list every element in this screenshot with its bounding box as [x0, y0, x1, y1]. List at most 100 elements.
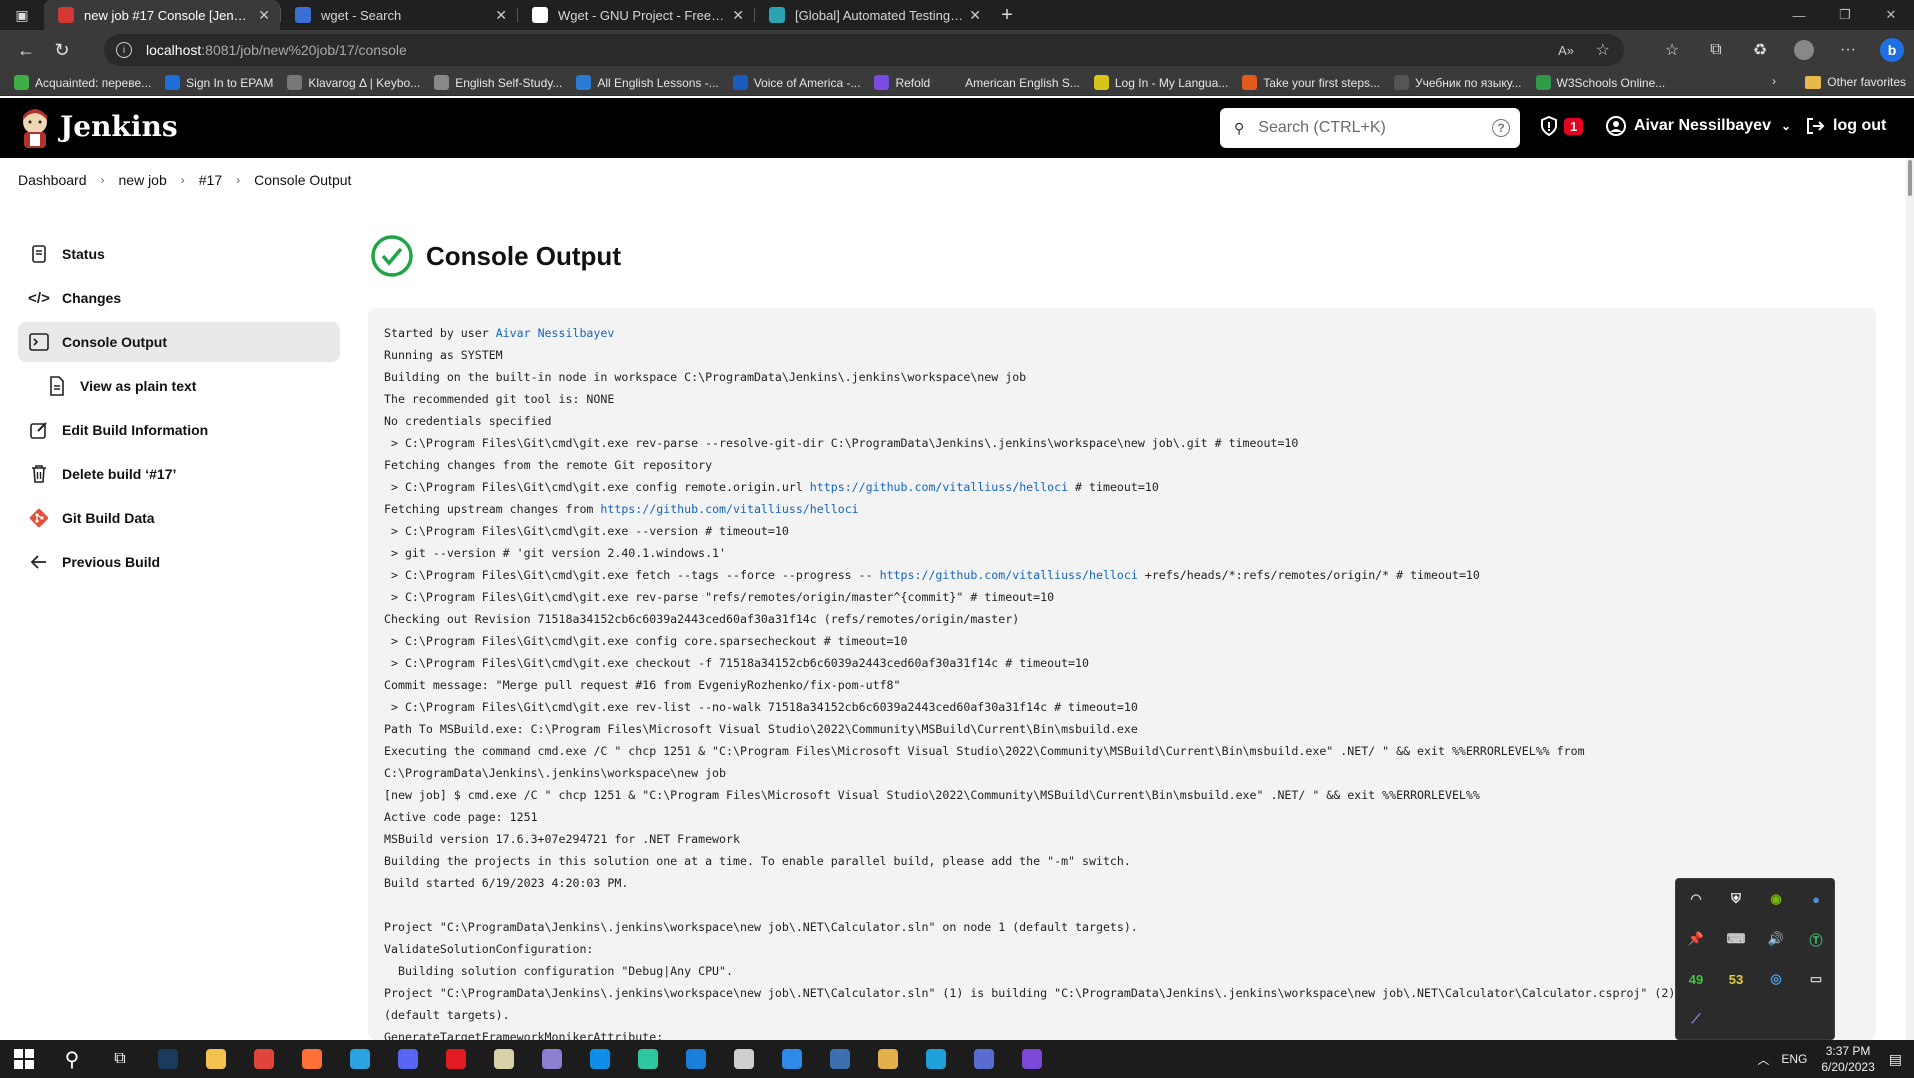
- taskbar-app[interactable]: [864, 1040, 912, 1078]
- collections-icon[interactable]: ⧉: [1694, 41, 1738, 59]
- bookmark-item[interactable]: All English Lessons -...: [576, 75, 719, 90]
- console-link[interactable]: https://github.com/vitalliuss/helloci: [880, 568, 1138, 582]
- browser-icon[interactable]: ◎: [1756, 959, 1796, 999]
- language-indicator[interactable]: ENG: [1781, 1052, 1807, 1066]
- sidebar-item-previous-build[interactable]: Previous Build: [18, 542, 340, 582]
- back-button[interactable]: ←: [8, 34, 44, 66]
- taskbar-app[interactable]: [1008, 1040, 1056, 1078]
- browser-tab[interactable]: wget - Search ✕: [281, 0, 517, 30]
- scrollbar-thumb[interactable]: [1908, 160, 1912, 196]
- wifi-icon[interactable]: ◠: [1676, 879, 1716, 919]
- restore-button[interactable]: ❐: [1822, 0, 1868, 30]
- taskbar-app[interactable]: [144, 1040, 192, 1078]
- browser-tab[interactable]: new job #17 Console [Jenkins] ✕: [44, 0, 280, 30]
- bookmark-item[interactable]: W3Schools Online...: [1535, 75, 1665, 90]
- browser-tab[interactable]: [Global] Automated Testing Fou... ✕: [755, 0, 991, 30]
- bookmark-item[interactable]: American English S...: [944, 75, 1080, 90]
- close-tab-icon[interactable]: ✕: [258, 7, 270, 24]
- new-tab-button[interactable]: +: [991, 0, 1023, 30]
- taskbar-app[interactable]: [912, 1040, 960, 1078]
- sidebar-item-changes[interactable]: </> Changes: [18, 278, 340, 318]
- refresh-button[interactable]: ↻: [44, 34, 80, 66]
- sidebar-item-status[interactable]: Status: [18, 234, 340, 274]
- clock[interactable]: 3:37 PM 6/20/2023: [1821, 1043, 1874, 1075]
- tray-counter[interactable]: 53: [1716, 959, 1756, 999]
- taskbar-app[interactable]: [672, 1040, 720, 1078]
- breadcrumb-console-output[interactable]: Console Output: [254, 172, 351, 188]
- bookmark-item[interactable]: Sign In to EPAM: [165, 75, 273, 90]
- breadcrumb-build[interactable]: #17: [199, 172, 222, 188]
- taskbar-app[interactable]: [480, 1040, 528, 1078]
- taskbar-app[interactable]: [240, 1040, 288, 1078]
- breadcrumb-dashboard[interactable]: Dashboard: [18, 172, 87, 188]
- taskbar-app[interactable]: [288, 1040, 336, 1078]
- more-menu-icon[interactable]: ···: [1826, 41, 1870, 59]
- favorite-star-icon[interactable]: ☆: [1596, 40, 1610, 60]
- user-menu[interactable]: Aivar Nessilbayev ⌄: [1606, 116, 1791, 136]
- chevron-right-icon[interactable]: ›: [1772, 74, 1776, 88]
- bookmark-item[interactable]: Учебник по языку...: [1394, 75, 1522, 90]
- tray-counter[interactable]: 49: [1676, 959, 1716, 999]
- taskbar-app[interactable]: [720, 1040, 768, 1078]
- sidebar-item-console-output[interactable]: Console Output: [18, 322, 340, 362]
- battery-icon[interactable]: ▭: [1796, 959, 1836, 999]
- start-button[interactable]: [0, 1040, 48, 1078]
- console-link[interactable]: Aivar Nessilbayev: [496, 326, 615, 340]
- read-aloud-icon[interactable]: A»: [1558, 43, 1574, 58]
- bookmark-item[interactable]: Refold: [874, 75, 930, 90]
- search-button[interactable]: ⚲: [48, 1040, 96, 1078]
- taskbar-app[interactable]: [384, 1040, 432, 1078]
- info-icon[interactable]: i: [116, 42, 132, 58]
- close-window-button[interactable]: ✕: [1868, 0, 1914, 30]
- nvidia-icon[interactable]: ◉: [1756, 879, 1796, 919]
- close-tab-icon[interactable]: ✕: [495, 7, 507, 24]
- volume-icon[interactable]: 🔊: [1756, 919, 1796, 959]
- bookmark-item[interactable]: Log In - My Langua...: [1093, 75, 1228, 90]
- notifications-icon[interactable]: ▤: [1889, 1051, 1902, 1068]
- bookmark-item[interactable]: Take your first steps...: [1242, 75, 1380, 90]
- bookmark-item[interactable]: Voice of America -...: [732, 75, 860, 90]
- taskbar-app[interactable]: [192, 1040, 240, 1078]
- chevron-up-icon[interactable]: ︿: [1757, 1051, 1769, 1068]
- app-icon[interactable]: ●: [1796, 879, 1836, 919]
- favorites-icon[interactable]: ☆: [1650, 40, 1694, 60]
- breadcrumb-new-job[interactable]: new job: [119, 172, 167, 188]
- taskbar-app[interactable]: [432, 1040, 480, 1078]
- taskbar-app[interactable]: [336, 1040, 384, 1078]
- page-scrollbar[interactable]: [1906, 158, 1914, 1040]
- bookmark-item[interactable]: Klavarog Δ | Keybo...: [287, 75, 420, 90]
- tab-actions-icon[interactable]: ▣: [0, 0, 44, 30]
- search-input[interactable]: ⚲ Search (CTRL+K) ?: [1220, 108, 1520, 148]
- feather-icon[interactable]: ⟋: [1676, 999, 1716, 1039]
- taskbar-app[interactable]: [768, 1040, 816, 1078]
- close-tab-icon[interactable]: ✕: [732, 7, 744, 24]
- taskbar-app[interactable]: [960, 1040, 1008, 1078]
- close-tab-icon[interactable]: ✕: [969, 7, 981, 24]
- task-view-button[interactable]: ⧉: [96, 1040, 144, 1078]
- taskbar-app[interactable]: [528, 1040, 576, 1078]
- console-link[interactable]: https://github.com/vitalliuss/helloci: [600, 502, 858, 516]
- profile-icon[interactable]: [1782, 40, 1826, 60]
- sidebar-item-edit-build-info[interactable]: Edit Build Information: [18, 410, 340, 450]
- jenkins-logo-icon[interactable]: [18, 108, 52, 150]
- sidebar-item-view-plain-text[interactable]: View as plain text: [18, 366, 340, 406]
- pin-icon[interactable]: 📌: [1676, 919, 1716, 959]
- taskbar-app[interactable]: [576, 1040, 624, 1078]
- bing-icon[interactable]: b: [1870, 38, 1914, 62]
- t-icon[interactable]: Ⓣ: [1796, 919, 1836, 959]
- sidebar-item-git-build-data[interactable]: Git Build Data: [18, 498, 340, 538]
- minimize-button[interactable]: —: [1776, 0, 1822, 30]
- bookmark-item[interactable]: English Self-Study...: [434, 75, 562, 90]
- logout-link[interactable]: log out: [1805, 116, 1886, 136]
- bookmark-item[interactable]: Acquainted: переве...: [14, 75, 151, 90]
- console-link[interactable]: https://github.com/vitalliuss/helloci: [810, 480, 1068, 494]
- jenkins-title[interactable]: Jenkins: [60, 110, 178, 143]
- url-input[interactable]: i localhost:8081/job/new%20job/17/consol…: [104, 34, 1624, 66]
- extension-icon[interactable]: ♻: [1738, 40, 1782, 60]
- keyboard-icon[interactable]: ⌨: [1716, 919, 1756, 959]
- taskbar-app[interactable]: [816, 1040, 864, 1078]
- browser-tab[interactable]: Wget - GNU Project - Free Softw... ✕: [518, 0, 754, 30]
- sidebar-item-delete-build[interactable]: Delete build ‘#17’: [18, 454, 340, 494]
- security-alert[interactable]: 1: [1540, 116, 1584, 136]
- other-favorites[interactable]: Other favorites: [1805, 75, 1906, 89]
